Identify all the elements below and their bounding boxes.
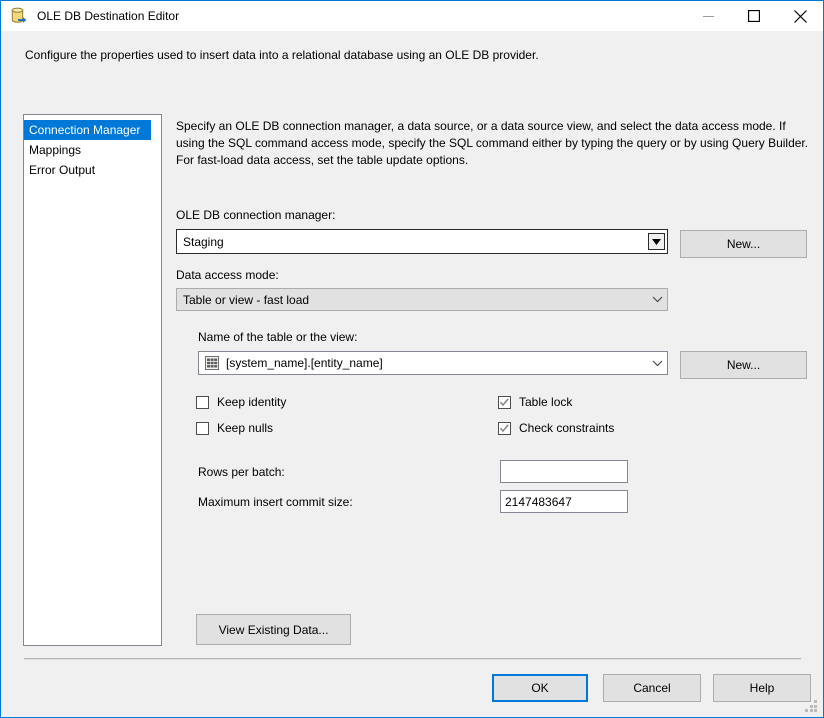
max-insert-commit-size-input[interactable]: 2147483647 [500,490,628,513]
data-access-mode-value: Table or view - fast load [183,292,310,307]
ok-button[interactable]: OK [492,674,588,702]
database-destination-icon [9,6,29,26]
header-panel: Configure the properties used to insert … [2,31,822,83]
data-access-mode-combobox[interactable]: Table or view - fast load [176,288,668,311]
table-or-view-combobox[interactable]: [system_name].[entity_name] [198,351,668,375]
connection-manager-label: OLE DB connection manager: [176,208,336,222]
cancel-button[interactable]: Cancel [603,674,701,702]
resize-grip-icon[interactable] [805,700,818,713]
table-grid-icon [205,356,219,370]
chevron-down-icon[interactable] [647,296,667,303]
header-description: Configure the properties used to insert … [25,48,539,62]
rows-per-batch-label: Rows per batch: [198,465,285,479]
checkbox-box [498,421,511,435]
chevron-down-icon[interactable] [648,233,665,250]
table-lock-label: Table lock [519,395,573,409]
maximize-icon[interactable] [731,1,777,31]
connection-manager-combobox[interactable]: Staging [176,229,668,254]
check-constraints-label: Check constraints [519,421,615,435]
rows-per-batch-input[interactable] [500,460,628,483]
table-lock-checkbox[interactable]: Table lock [498,395,572,409]
sidebar-item-connection-manager[interactable]: Connection Manager [24,120,151,140]
window-controls [685,1,823,31]
keep-nulls-label: Keep nulls [217,421,274,435]
checkbox-box [196,395,209,409]
pane-description: Specify an OLE DB connection manager, a … [176,119,809,167]
footer-panel: OK Cancel Help [2,660,822,717]
window-title: OLE DB Destination Editor [37,9,180,23]
keep-identity-label: Keep identity [217,395,287,409]
keep-identity-checkbox[interactable]: Keep identity [196,395,286,409]
table-or-view-label: Name of the table or the view: [198,330,358,344]
new-table-button[interactable]: New... [680,351,807,379]
sidebar-item-mappings[interactable]: Mappings [24,140,161,160]
view-existing-data-button[interactable]: View Existing Data... [196,614,351,645]
connection-manager-pane: Specify an OLE DB connection manager, a … [162,83,822,658]
data-access-mode-label: Data access mode: [176,268,279,282]
body-panel: Connection Manager Mappings Error Output… [2,83,822,658]
page-list: Connection Manager Mappings Error Output [23,114,162,646]
checkbox-box [196,421,209,435]
title-bar: OLE DB Destination Editor [1,1,823,31]
new-connection-manager-button[interactable]: New... [680,230,807,258]
check-constraints-checkbox[interactable]: Check constraints [498,421,614,435]
max-insert-commit-size-label: Maximum insert commit size: [198,495,353,509]
table-or-view-value: [system_name].[entity_name] [226,356,383,370]
close-icon[interactable] [777,1,823,31]
minimize-icon[interactable] [685,1,731,31]
keep-nulls-checkbox[interactable]: Keep nulls [196,421,273,435]
help-button[interactable]: Help [713,674,811,702]
ole-db-destination-editor-window: OLE DB Destination Editor Configure the … [0,0,824,718]
checkbox-box [498,395,511,409]
chevron-down-icon[interactable] [647,360,667,367]
connection-manager-value: Staging [183,234,224,249]
sidebar-item-error-output[interactable]: Error Output [24,160,161,180]
